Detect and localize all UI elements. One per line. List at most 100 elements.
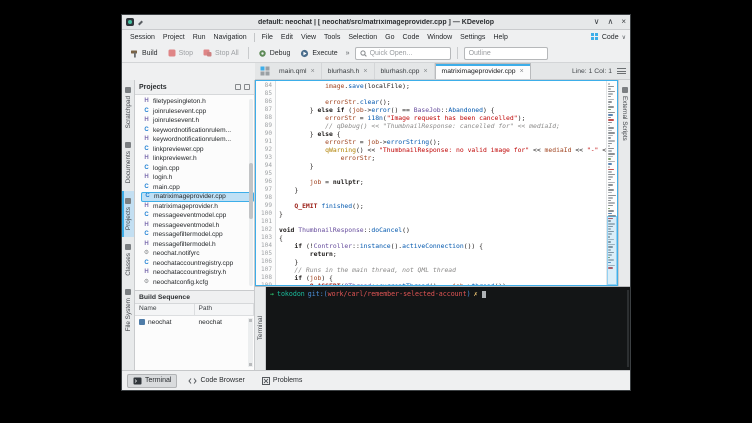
tree-item-neochataccountregistry-h[interactable]: Hneochataccountregistry.h — [141, 268, 254, 278]
debug-button[interactable]: Debug — [255, 47, 294, 60]
tab-list-icon[interactable] — [617, 67, 626, 76]
menu-code[interactable]: Code — [399, 33, 424, 42]
execute-button[interactable]: Execute — [297, 47, 340, 60]
tab-close-icon[interactable]: × — [520, 68, 524, 75]
tree-item-filetypesingleton-h[interactable]: Hfiletypesingleton.h — [141, 97, 254, 107]
line-number: 96 — [264, 178, 272, 185]
menu-run[interactable]: Run — [189, 33, 210, 42]
terminal-screen[interactable]: → tokodon git:( work/carl/remember-selec… — [266, 287, 630, 370]
tree-item-label: neochataccountregistry.cpp — [153, 259, 234, 267]
stop-all-button[interactable]: Stop All — [200, 47, 242, 59]
quick-open-input[interactable]: Quick Open... — [354, 46, 451, 60]
tab-blurhash-cpp[interactable]: blurhash.cpp × — [375, 63, 435, 79]
tree-item-neochatconfig-kcfg[interactable]: ⚙ neochatconfig.kcfg — [141, 278, 254, 288]
menu-file[interactable]: File — [258, 33, 277, 42]
search-icon — [359, 49, 367, 57]
dock-tab-documents[interactable]: Documents — [122, 135, 134, 190]
build-sequence-row[interactable]: neochat neochat — [135, 316, 254, 328]
tab-blurhash-h[interactable]: blurhash.h × — [322, 63, 375, 79]
tree-item-linkpreviewer-cpp[interactable]: Clinkpreviewer.cpp — [141, 145, 254, 155]
menu-go[interactable]: Go — [381, 33, 398, 42]
file-type-h-icon: H — [144, 98, 149, 105]
tab-main-qml[interactable]: main.qml × — [273, 63, 322, 79]
tree-item-matriximageprovider-h[interactable]: Hmatriximageprovider.h — [141, 202, 254, 212]
titlebar[interactable]: default: neochat | [ neochat/src/matrixi… — [122, 15, 630, 30]
statusbar: Terminal Code Browser Problems — [122, 370, 630, 390]
tree-item-joinrulesevent-h[interactable]: Hjoinrulesevent.h — [141, 116, 254, 126]
tree-item-label: neochataccountregistry.h — [153, 269, 227, 277]
documents-icon — [125, 142, 131, 149]
tab-label: main.qml — [279, 67, 307, 75]
close-icon[interactable]: × — [621, 18, 626, 26]
tree-item-messageeventmodel-h[interactable]: Hmessageeventmodel.h — [141, 221, 254, 231]
menu-edit[interactable]: Edit — [277, 33, 297, 42]
tree-item-label: keywordnotificationrulem... — [153, 126, 232, 134]
tree-item-main-cpp[interactable]: Cmain.cpp — [141, 183, 254, 193]
chevron-down-icon[interactable]: ∨ — [622, 34, 626, 41]
tree-item-login-cpp[interactable]: Clogin.cpp — [141, 164, 254, 174]
prompt-git-suffix: ) — [466, 290, 471, 298]
tree-item-joinrulesevent-cpp[interactable]: Cjoinrulesevent.cpp — [141, 107, 254, 117]
prompt-git-prefix: git:( — [307, 290, 328, 298]
area-switcher-icon[interactable] — [590, 33, 599, 41]
dock-tab-classes[interactable]: Classes — [122, 237, 134, 283]
tree-item-messagefiltermodel-cpp[interactable]: Cmessagefiltermodel.cpp — [141, 230, 254, 240]
tree-item-keywordnotificationrulem[interactable]: Hkeywordnotificationrulem... — [141, 135, 254, 145]
menu-window[interactable]: Window — [423, 33, 456, 42]
tree-item-messageeventmodel-cpp[interactable]: Cmessageeventmodel.cpp — [141, 211, 254, 221]
area-label[interactable]: Code — [602, 34, 619, 41]
panel-options-icon[interactable] — [235, 84, 241, 90]
code-editor[interactable]: 84 85 86 87 88 89 90 91 92 93 94 95 96 97 98 99 100 101 10… — [255, 80, 618, 286]
terminal-panel: Terminal → tokodon git:( work/carl/remem… — [255, 286, 630, 370]
dock-tab-external-scripts[interactable]: External Scripts — [619, 80, 630, 148]
tab-close-icon[interactable]: × — [311, 68, 315, 75]
menu-settings[interactable]: Settings — [456, 33, 489, 42]
file-type-cpp-icon: C — [144, 183, 149, 190]
build-sequence-scrollbar[interactable] — [248, 318, 253, 367]
menu-help[interactable]: Help — [489, 33, 511, 42]
tree-item-neochat-notifyrc[interactable]: ⚙ neochat.notifyrc — [141, 249, 254, 259]
tab-close-icon[interactable]: × — [423, 68, 427, 75]
tree-scrollbar[interactable] — [249, 99, 253, 286]
dock-tab-scratchpad[interactable]: Scratchpad — [122, 80, 134, 135]
tree-item-label: linkpreviewer.cpp — [153, 145, 204, 153]
line-number: 87 — [264, 106, 272, 113]
minimap-viewport[interactable] — [607, 215, 617, 285]
toolbar-overflow-icon[interactable]: » — [345, 50, 351, 57]
tab-matriximageprovider-cpp[interactable]: matriximageprovider.cpp × — [434, 63, 531, 79]
terminal-handle[interactable]: Terminal — [255, 287, 266, 370]
stop-button[interactable]: Stop — [165, 47, 196, 59]
maximize-icon[interactable]: ∧ — [607, 18, 613, 26]
dock-tab-projects[interactable]: Projects — [122, 190, 134, 237]
statusbar-code-browser-button[interactable]: Code Browser — [182, 374, 250, 388]
line-number-gutter: 84 85 86 87 88 89 90 91 92 93 94 95 96 97 98 99 100 101 10… — [256, 81, 276, 285]
dock-tab-file-system[interactable]: File System — [122, 282, 134, 338]
panel-float-icon[interactable] — [244, 84, 250, 90]
statusbar-problems-button[interactable]: Problems — [256, 374, 309, 388]
minimap[interactable] — [606, 81, 617, 285]
tree-item-linkpreviewer-h[interactable]: Hlinkpreviewer.h — [141, 154, 254, 164]
column-name[interactable]: Name — [135, 304, 195, 315]
code-lines[interactable]: image.save(localFile); errorStr.clear();… — [276, 81, 606, 285]
tree-item-messagefiltermodel-h[interactable]: Hmessagefiltermodel.h — [141, 240, 254, 250]
tree-item-label: keywordnotificationrulem... — [153, 136, 232, 144]
tree-item-keywordnotificationrulem[interactable]: Ckeywordnotificationrulem... — [141, 126, 254, 136]
document-switcher-icon[interactable] — [260, 66, 270, 76]
code-line-91: errorStr = job->errorString(); — [325, 138, 441, 146]
menu-project[interactable]: Project — [159, 33, 189, 42]
terminal-scrollbar[interactable] — [627, 290, 629, 367]
menu-tools[interactable]: Tools — [320, 33, 344, 42]
statusbar-terminal-button[interactable]: Terminal — [127, 373, 178, 388]
menu-navigation[interactable]: Navigation — [210, 33, 251, 42]
tree-item-matriximageprovider-cpp[interactable]: Cmatriximageprovider.cpp — [141, 192, 254, 202]
outline-input[interactable]: Outline — [463, 46, 548, 60]
menu-view[interactable]: View — [297, 33, 320, 42]
tree-item-neochataccountregistry-cpp[interactable]: Cneochataccountregistry.cpp — [141, 259, 254, 269]
column-path[interactable]: Path — [195, 304, 254, 315]
tree-item-login-h[interactable]: Hlogin.h — [141, 173, 254, 183]
menu-selection[interactable]: Selection — [344, 33, 381, 42]
menu-session[interactable]: Session — [126, 33, 159, 42]
minimize-icon[interactable]: ∨ — [594, 18, 600, 26]
build-button[interactable]: Build — [127, 47, 161, 60]
tab-close-icon[interactable]: × — [363, 68, 367, 75]
